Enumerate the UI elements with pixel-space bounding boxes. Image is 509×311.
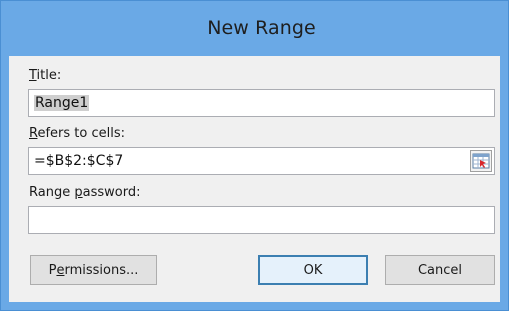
title-input-selected-text: Range1 (34, 95, 90, 111)
permissions-button-prefix: P (48, 262, 57, 278)
range-password-label: Range password: (29, 185, 140, 201)
refers-to-label-rest: efers to cells: (37, 126, 125, 141)
range-select-icon (472, 153, 490, 169)
cancel-button[interactable]: Cancel (385, 255, 495, 285)
range-password-label-rest: assword: (82, 185, 141, 200)
permissions-button[interactable]: Pe rmissions... (30, 255, 157, 285)
permissions-button-rest: rmissions... (64, 262, 139, 278)
refers-to-label: Refers to cells: (29, 126, 125, 142)
ok-button[interactable]: OK (258, 255, 368, 285)
dialog-body: Title: Range1 Refers to cells: =$B$2:$C$… (9, 56, 500, 302)
title-input-value: Range1 (34, 95, 90, 112)
range-password-input[interactable] (28, 206, 495, 234)
range-select-button[interactable] (470, 150, 492, 172)
range-password-label-hotkey: p (74, 185, 83, 200)
refers-to-input-value: =$B$2:$C$7 (34, 153, 124, 169)
title-label: Title: (29, 68, 61, 84)
title-label-rest: itle: (36, 68, 62, 83)
title-bar[interactable]: New Range (1, 1, 508, 55)
title-input[interactable]: Range1 (28, 89, 495, 117)
range-password-label-prefix: Range (29, 185, 75, 200)
refers-to-input[interactable]: =$B$2:$C$7 (28, 147, 495, 175)
title-label-hotkey: T (29, 68, 37, 83)
new-range-dialog: New Range Title: Range1 Refers to cells:… (0, 0, 509, 311)
permissions-button-hotkey: e (56, 262, 65, 278)
dialog-title: New Range (207, 17, 316, 39)
